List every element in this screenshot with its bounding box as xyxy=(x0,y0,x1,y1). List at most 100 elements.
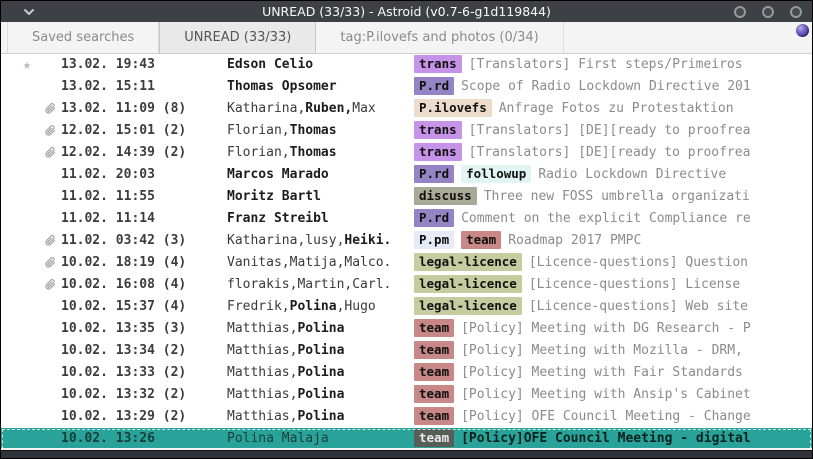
tag-legal-licence: legal-licence xyxy=(414,297,522,315)
message-authors: Katharina,Ruben,Max xyxy=(227,98,414,120)
tab-2[interactable]: tag:P.ilovefs and photos (0/34) xyxy=(316,22,563,53)
message-tags: discuss xyxy=(414,186,484,208)
message-date: 11.02. 11:14 xyxy=(61,208,227,230)
message-date: 13.02. 19:43 xyxy=(61,54,227,76)
message-main: team [Policy] Meeting with Ansip's Cabin… xyxy=(414,384,812,406)
message-tags: P.pm team xyxy=(414,230,508,252)
message-main: P.rd Scope of Radio Lockdown Directive 2… xyxy=(414,76,812,98)
message-authors: Matthias,Polina xyxy=(227,384,414,406)
message-row[interactable]: ★ 11.02. 03:42 (3) Katharina,lusy,Heiki.… xyxy=(1,230,812,252)
tag-team: team xyxy=(414,385,454,403)
message-subject: Three new FOSS umbrella organizati xyxy=(484,186,750,208)
message-main: team [Policy] Meeting with DG Research -… xyxy=(414,318,812,340)
message-row[interactable]: ★ 10.02. 18:19 (4) Vanitas,Matija,Malco.… xyxy=(1,252,812,274)
message-tags: trans xyxy=(414,120,469,142)
message-date: 10.02. 16:08 (4) xyxy=(61,274,227,296)
message-row[interactable]: ★ 12.02. 15:01 (2) Florian,Thomas trans … xyxy=(1,120,812,142)
message-tags: P.rdfollowup xyxy=(414,164,538,186)
message-tags: P.rd xyxy=(414,76,461,98)
tab-0[interactable]: Saved searches xyxy=(7,22,159,53)
message-row[interactable]: ★ 13.02. 11:09 (8) Katharina,Ruben,Max P… xyxy=(1,98,812,120)
message-row[interactable]: ★ 11.02. 11:14 Franz Streibl P.rd Commen… xyxy=(1,208,812,230)
message-row[interactable]: ★ 13.02. 15:11 Thomas Opsomer P.rd Scope… xyxy=(1,76,812,98)
message-row[interactable]: ★ 10.02. 15:37 (4) Fredrik,Polina,Hugo l… xyxy=(1,296,812,318)
message-row[interactable]: ★ 10.02. 13:29 (2) Matthias,Polina team … xyxy=(1,406,812,428)
tag-trans: trans xyxy=(414,55,462,73)
message-subject: [Licence-questions] Web site xyxy=(529,296,748,318)
message-row[interactable]: ★ 10.02. 13:34 (2) Matthias,Polina team … xyxy=(1,340,812,362)
attachment-icon xyxy=(39,230,61,252)
message-subject: [Policy] Meeting with Fair Standards xyxy=(461,362,743,384)
message-authors: florakis,Martin,Carl. xyxy=(227,274,414,296)
message-row[interactable]: ★ 10.02. 13:35 (3) Matthias,Polina team … xyxy=(1,318,812,340)
message-authors: Florian,Thomas xyxy=(227,120,414,142)
tag-P.pm: P.pm xyxy=(414,231,454,249)
message-date: 10.02. 15:37 (4) xyxy=(61,296,227,318)
message-row[interactable]: ★ 13.02. 19:43 Edson Celio trans [Transl… xyxy=(1,54,812,76)
message-authors: Matthias,Polina xyxy=(227,318,414,340)
message-subject: [Policy] Meeting with Ansip's Cabinet xyxy=(461,384,751,406)
message-authors: Vanitas,Matija,Malco. xyxy=(227,252,414,274)
message-row[interactable]: ★ 10.02. 16:08 (4) florakis,Martin,Carl.… xyxy=(1,274,812,296)
message-main: P.ilovefs Anfrage Fotos zu Protestaktion xyxy=(414,98,812,120)
attachment-icon xyxy=(39,142,61,164)
message-main: legal-licence [Licence-questions] Licens… xyxy=(414,274,812,296)
message-row[interactable]: ★ 10.02. 13:32 (2) Matthias,Polina team … xyxy=(1,384,812,406)
message-main: discuss Three new FOSS umbrella organiza… xyxy=(414,186,812,208)
message-tags: legal-licence xyxy=(414,252,529,274)
message-main: P.rd Comment on the explicit Compliance … xyxy=(414,208,812,230)
tab-1[interactable]: UNREAD (33/33) xyxy=(159,22,316,53)
close-button[interactable] xyxy=(790,6,802,18)
message-main: P.rdfollowup Radio Lockdown Directive xyxy=(414,164,812,186)
message-subject: [Policy] OFE Council Meeting - Change xyxy=(461,406,751,428)
attachment-icon xyxy=(39,274,61,296)
message-main: trans [Translators] [DE][ready to proofr… xyxy=(414,142,812,164)
message-subject: [Translators] [DE][ready to proofrea xyxy=(469,120,751,142)
message-subject: Anfrage Fotos zu Protestaktion xyxy=(499,98,734,120)
message-row[interactable]: ★ 12.02. 14:39 (2) Florian,Thomas trans … xyxy=(1,142,812,164)
tag-legal-licence: legal-licence xyxy=(414,253,522,271)
message-authors: Moritz Bartl xyxy=(227,186,414,208)
message-authors: Polina Malaja xyxy=(227,428,414,448)
maximize-button[interactable] xyxy=(762,6,774,18)
message-row[interactable]: ★ 10.02. 13:33 (2) Matthias,Polina team … xyxy=(1,362,812,384)
window-title: UNREAD (33/33) - Astroid (v0.7-6-g1d1198… xyxy=(1,4,812,19)
message-main: team [Policy] Meeting with Mozilla - DRM… xyxy=(414,340,812,362)
message-authors: Florian,Thomas xyxy=(227,142,414,164)
message-tags: team xyxy=(414,384,461,406)
message-row[interactable]: ★ 10.02. 13:26 Polina Malaja team [Polic… xyxy=(1,428,812,448)
message-subject: Comment on the explicit Compliance re xyxy=(461,208,751,230)
message-date: 10.02. 13:26 xyxy=(61,428,227,448)
window-buttons xyxy=(734,1,802,22)
message-subject: Scope of Radio Lockdown Directive 201 xyxy=(461,76,751,98)
message-row[interactable]: ★ 11.02. 11:55 Moritz Bartl discuss Thre… xyxy=(1,186,812,208)
message-main: legal-licence [Licence-questions] Web si… xyxy=(414,296,812,318)
message-list: ★ 13.02. 19:43 Edson Celio trans [Transl… xyxy=(1,54,812,448)
tag-discuss: discuss xyxy=(414,187,477,205)
message-authors: Matthias,Polina xyxy=(227,362,414,384)
message-main: trans [Translators] First steps/Primeiro… xyxy=(414,54,812,76)
titlebar: UNREAD (33/33) - Astroid (v0.7-6-g1d1198… xyxy=(1,1,812,22)
message-date: 10.02. 18:19 (4) xyxy=(61,252,227,274)
message-tags: legal-licence xyxy=(414,296,529,318)
message-subject: [Licence-questions] License xyxy=(529,274,740,296)
message-subject: [Licence-questions] Question xyxy=(529,252,748,274)
message-main: team [Policy] Meeting with Fair Standard… xyxy=(414,362,812,384)
message-date: 10.02. 13:35 (3) xyxy=(61,318,227,340)
tag-followup: followup xyxy=(461,165,531,183)
message-tags: P.ilovefs xyxy=(414,98,499,120)
message-subject: [Policy]OFE Council Meeting - digital xyxy=(461,428,751,448)
flag-star-icon: ★ xyxy=(15,54,39,76)
tag-team: team xyxy=(414,341,454,359)
tag-team: team xyxy=(414,363,454,381)
message-row[interactable]: ★ 11.02. 20:03 Marcos Marado P.rdfollowu… xyxy=(1,164,812,186)
message-subject: [Translators] [DE][ready to proofrea xyxy=(469,142,751,164)
message-authors: Katharina,lusy,Heiki. xyxy=(227,230,414,252)
tag-P.ilovefs: P.ilovefs xyxy=(414,99,492,117)
minimize-button[interactable] xyxy=(734,6,746,18)
message-date: 12.02. 15:01 (2) xyxy=(61,120,227,142)
tag-team: team xyxy=(461,231,501,249)
message-authors: Marcos Marado xyxy=(227,164,414,186)
message-tags: team xyxy=(414,318,461,340)
message-authors: Matthias,Polina xyxy=(227,406,414,428)
